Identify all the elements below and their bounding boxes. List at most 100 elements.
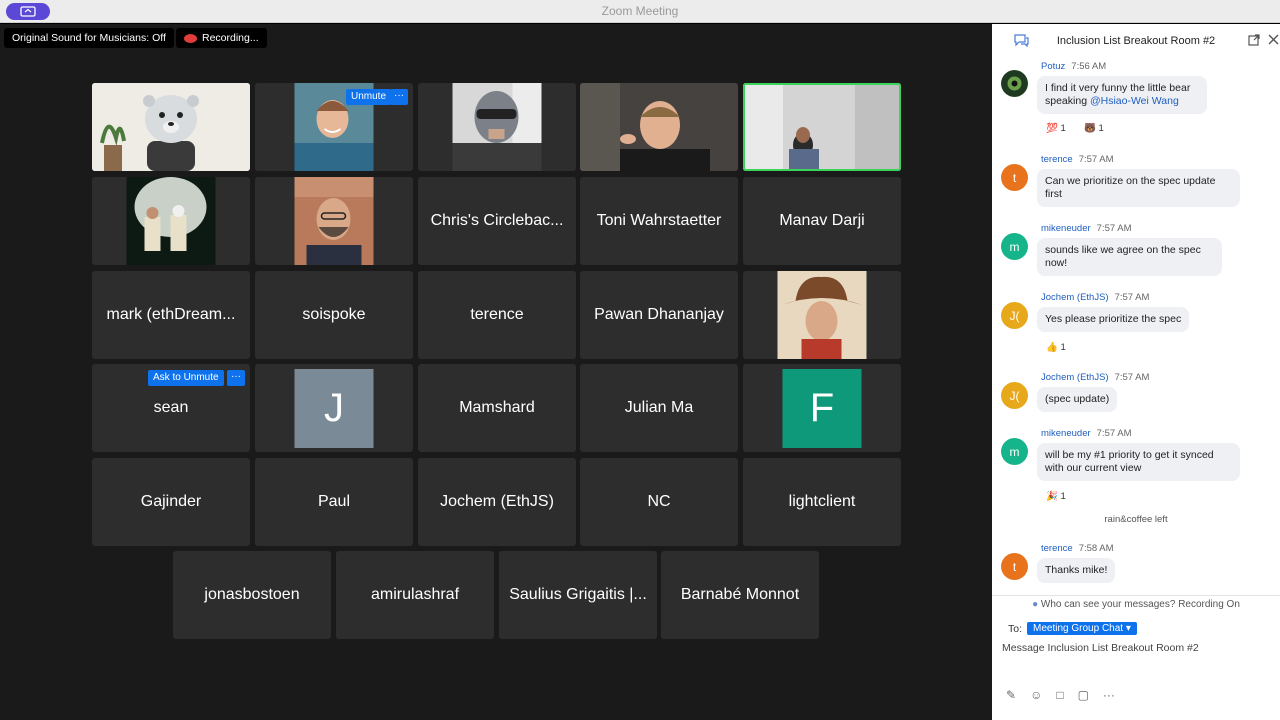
- recording-label: Recording...: [202, 32, 259, 44]
- reaction[interactable]: 👍 1: [1046, 342, 1066, 353]
- video-tile-2[interactable]: Unmute ···: [255, 83, 413, 171]
- participant-name: terence: [470, 306, 524, 323]
- message-bubble: (spec update): [1037, 387, 1118, 412]
- video-tile-cowboy[interactable]: [743, 271, 901, 359]
- participant-tile[interactable]: Saulius Grigaitis |...: [499, 551, 657, 639]
- ask-to-unmute-button[interactable]: Ask to Unmute: [148, 370, 224, 386]
- reaction[interactable]: 💯 1: [1046, 123, 1066, 134]
- participant-tile[interactable]: Julian Ma: [580, 364, 738, 452]
- message-sender[interactable]: Jochem (EthJS) 7:57 AM: [1041, 372, 1149, 383]
- avatar: m: [1001, 233, 1028, 260]
- video-tile-4[interactable]: [580, 83, 738, 171]
- video-tile-6[interactable]: [92, 177, 250, 265]
- message-bubble: will be my #1 priority to get it synced …: [1037, 443, 1240, 481]
- participant-video: [580, 83, 738, 171]
- participant-name: mark (ethDream...: [106, 306, 236, 323]
- emoji-icon[interactable]: ☺: [1030, 688, 1042, 702]
- pop-out-icon[interactable]: [1248, 34, 1260, 49]
- video-tile-active-speaker[interactable]: [743, 83, 901, 171]
- message-sender[interactable]: mikeneuder 7:57 AM: [1041, 223, 1132, 234]
- participant-video: [294, 177, 374, 265]
- participant-tile[interactable]: NC: [580, 458, 738, 546]
- participant-tile[interactable]: amirulashraf: [336, 551, 494, 639]
- avatar: J(: [1001, 382, 1028, 409]
- participant-name: soispoke: [302, 306, 366, 323]
- video-tile-bear[interactable]: [92, 83, 250, 171]
- mention-link[interactable]: @Hsiao-Wei Wang: [1090, 95, 1179, 107]
- message-time: 7:57 AM: [1096, 223, 1132, 234]
- participant-video: [777, 271, 867, 359]
- screenshot-icon[interactable]: ▢: [1078, 688, 1089, 702]
- close-icon[interactable]: [1268, 34, 1279, 48]
- message-sender[interactable]: mikeneuder 7:57 AM: [1041, 428, 1132, 439]
- participant-tile[interactable]: Mamshard: [418, 364, 576, 452]
- recording-badge[interactable]: Recording...: [176, 28, 267, 48]
- sender-name: Jochem (EthJS): [1041, 292, 1109, 303]
- file-icon[interactable]: □: [1056, 688, 1063, 702]
- reaction[interactable]: 🎉 1: [1046, 491, 1066, 502]
- recording-icon: [184, 33, 197, 43]
- participant-tile[interactable]: Paul: [255, 458, 413, 546]
- more-options-button[interactable]: ···: [390, 89, 408, 105]
- participant-tile[interactable]: Pawan Dhananjay: [580, 271, 738, 359]
- avatar: F: [782, 369, 862, 448]
- chat-toolbar: ✎ ☺ □ ▢ ···: [1006, 688, 1115, 702]
- participant-name: Julian Ma: [624, 399, 694, 416]
- recipient-row: To: Meeting Group Chat ▾: [1008, 622, 1137, 635]
- participant-tile[interactable]: Barnabé Monnot: [661, 551, 819, 639]
- participant-tile[interactable]: Ask to Unmute ··· sean: [92, 364, 250, 452]
- person-icon: ●: [1032, 599, 1039, 610]
- to-label: To:: [1008, 622, 1023, 635]
- avatar: J: [294, 369, 374, 448]
- sender-name: mikeneuder: [1041, 223, 1091, 234]
- participant-tile[interactable]: Gajinder: [92, 458, 250, 546]
- sender-name: Potuz: [1041, 61, 1066, 72]
- participant-name: NC: [647, 493, 671, 510]
- more-icon[interactable]: ···: [1103, 688, 1115, 702]
- avatar: m: [1001, 438, 1028, 465]
- message-time: 7:57 AM: [1114, 372, 1150, 383]
- participant-tile[interactable]: F: [743, 364, 901, 452]
- video-tile-3[interactable]: [418, 83, 576, 171]
- original-sound-label: Original Sound for Musicians: Off: [12, 32, 166, 44]
- more-options-button[interactable]: ···: [227, 370, 245, 386]
- message-sender[interactable]: Jochem (EthJS) 7:57 AM: [1041, 292, 1149, 303]
- participant-tile[interactable]: J: [255, 364, 413, 452]
- participant-tile[interactable]: Jochem (EthJS): [418, 458, 576, 546]
- message-bubble: sounds like we agree on the spec now!: [1037, 238, 1222, 276]
- original-sound-badge[interactable]: Original Sound for Musicians: Off: [4, 28, 174, 48]
- video-tile-7[interactable]: [255, 177, 413, 265]
- participant-name: Pawan Dhananjay: [594, 306, 724, 323]
- participant-tile[interactable]: jonasbostoen: [173, 551, 331, 639]
- participant-tile[interactable]: Chris's Circlebac...: [418, 177, 576, 265]
- message-input[interactable]: Message Inclusion List Breakout Room #2: [1002, 642, 1199, 654]
- title-bar: Zoom Meeting: [0, 0, 1280, 23]
- participant-tile[interactable]: terence: [418, 271, 576, 359]
- message-sender[interactable]: terence 7:58 AM: [1041, 543, 1114, 554]
- reaction[interactable]: 🐻 1: [1084, 123, 1104, 134]
- format-icon[interactable]: ✎: [1006, 688, 1016, 702]
- message-bubble: I find it very funny the little bear spe…: [1037, 76, 1207, 114]
- participant-video: [126, 177, 216, 265]
- participant-name: amirulashraf: [370, 586, 460, 603]
- chat-panel: Inclusion List Breakout Room #2 Potuz 7:5…: [992, 24, 1280, 720]
- window-title: Zoom Meeting: [601, 4, 679, 18]
- participant-tile[interactable]: Manav Darji: [743, 177, 901, 265]
- unmute-button[interactable]: Unmute: [346, 89, 392, 105]
- message-sender[interactable]: Potuz 7:56 AM: [1041, 61, 1106, 72]
- participant-tile[interactable]: Toni Wahrstaetter: [580, 177, 738, 265]
- video-grid: Original Sound for Musicians: Off Record…: [0, 24, 992, 720]
- participant-tile[interactable]: lightclient: [743, 458, 901, 546]
- participant-tile[interactable]: mark (ethDream...: [92, 271, 250, 359]
- avatar: t: [1001, 553, 1028, 580]
- visibility-notice-text: Who can see your messages? Recording On: [1040, 599, 1240, 610]
- participant-name: Toni Wahrstaetter: [596, 212, 722, 229]
- avatar: J(: [1001, 302, 1028, 329]
- recipient-dropdown[interactable]: Meeting Group Chat ▾: [1027, 622, 1137, 635]
- message-sender[interactable]: terence 7:57 AM: [1041, 154, 1114, 165]
- eye-avatar-icon: [1001, 70, 1028, 97]
- sender-name: terence: [1041, 154, 1073, 165]
- participant-tile[interactable]: soispoke: [255, 271, 413, 359]
- visibility-notice[interactable]: ● Who can see your messages? Recording O…: [992, 595, 1280, 613]
- participant-video: [452, 83, 542, 171]
